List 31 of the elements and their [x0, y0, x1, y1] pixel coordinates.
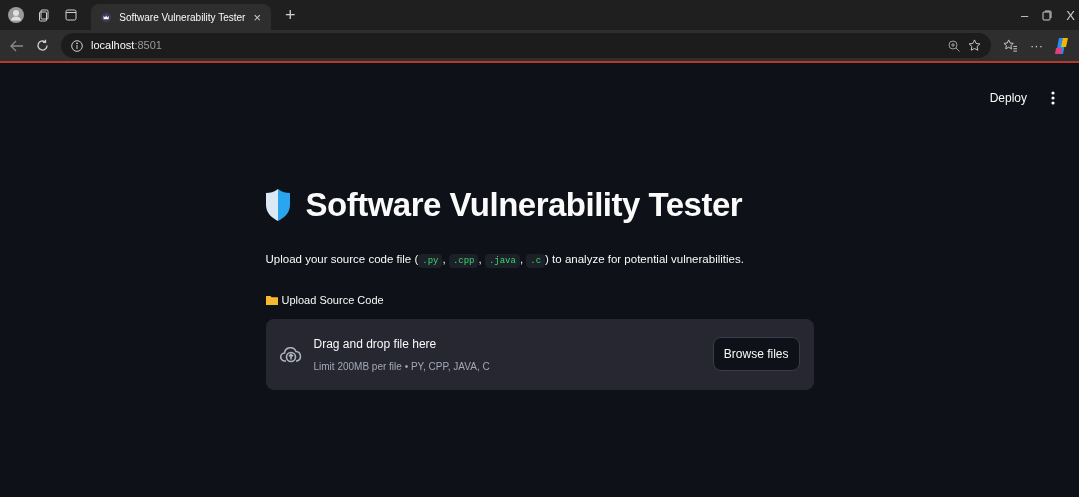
- minimize-button[interactable]: –: [1021, 8, 1029, 22]
- crown-icon: [101, 11, 112, 23]
- file-dropzone[interactable]: Drag and drop file here Limit 200MB per file • PY, CPP, JAVA, C Browse files: [265, 318, 814, 390]
- folder-icon: [265, 295, 278, 306]
- star-icon[interactable]: [968, 39, 981, 52]
- tab-actions-icon[interactable]: [65, 9, 77, 21]
- info-icon: [71, 39, 83, 52]
- description-text: Upload your source code file ( .py , .cpp , .java , .c ) to analyze for potential vulnerabilities.: [265, 251, 745, 269]
- profile-icon[interactable]: [8, 7, 24, 23]
- more-button[interactable]: ···: [1030, 39, 1043, 52]
- deploy-button[interactable]: Deploy: [983, 85, 1033, 111]
- cloud-upload-icon: [279, 345, 302, 364]
- zoom-icon[interactable]: [948, 39, 960, 52]
- new-tab-button[interactable]: +: [285, 6, 296, 24]
- menu-icon[interactable]: [1051, 91, 1055, 105]
- page-title: Software Vulnerability Tester: [305, 185, 743, 225]
- close-window-button[interactable]: X: [1066, 8, 1075, 22]
- browse-files-button[interactable]: Browse files: [712, 337, 800, 372]
- browser-tab[interactable]: Software Vulnerability Tester ×: [91, 4, 271, 30]
- address-field[interactable]: localhost:8501: [61, 33, 991, 58]
- shield-icon: [265, 188, 290, 221]
- close-icon[interactable]: ×: [253, 10, 261, 24]
- workspaces-icon[interactable]: [38, 8, 51, 22]
- refresh-icon[interactable]: [36, 39, 49, 52]
- restore-icon[interactable]: [1042, 9, 1053, 21]
- file-limit-text: Limit 200MB per file • PY, CPP, JAVA, C: [313, 359, 491, 374]
- back-icon[interactable]: [10, 39, 24, 52]
- favorites-icon[interactable]: [1003, 39, 1018, 52]
- uploader-label: Upload Source Code: [281, 293, 384, 309]
- copilot-icon[interactable]: [1055, 37, 1069, 54]
- drop-instruction: Drag and drop file here: [313, 335, 438, 353]
